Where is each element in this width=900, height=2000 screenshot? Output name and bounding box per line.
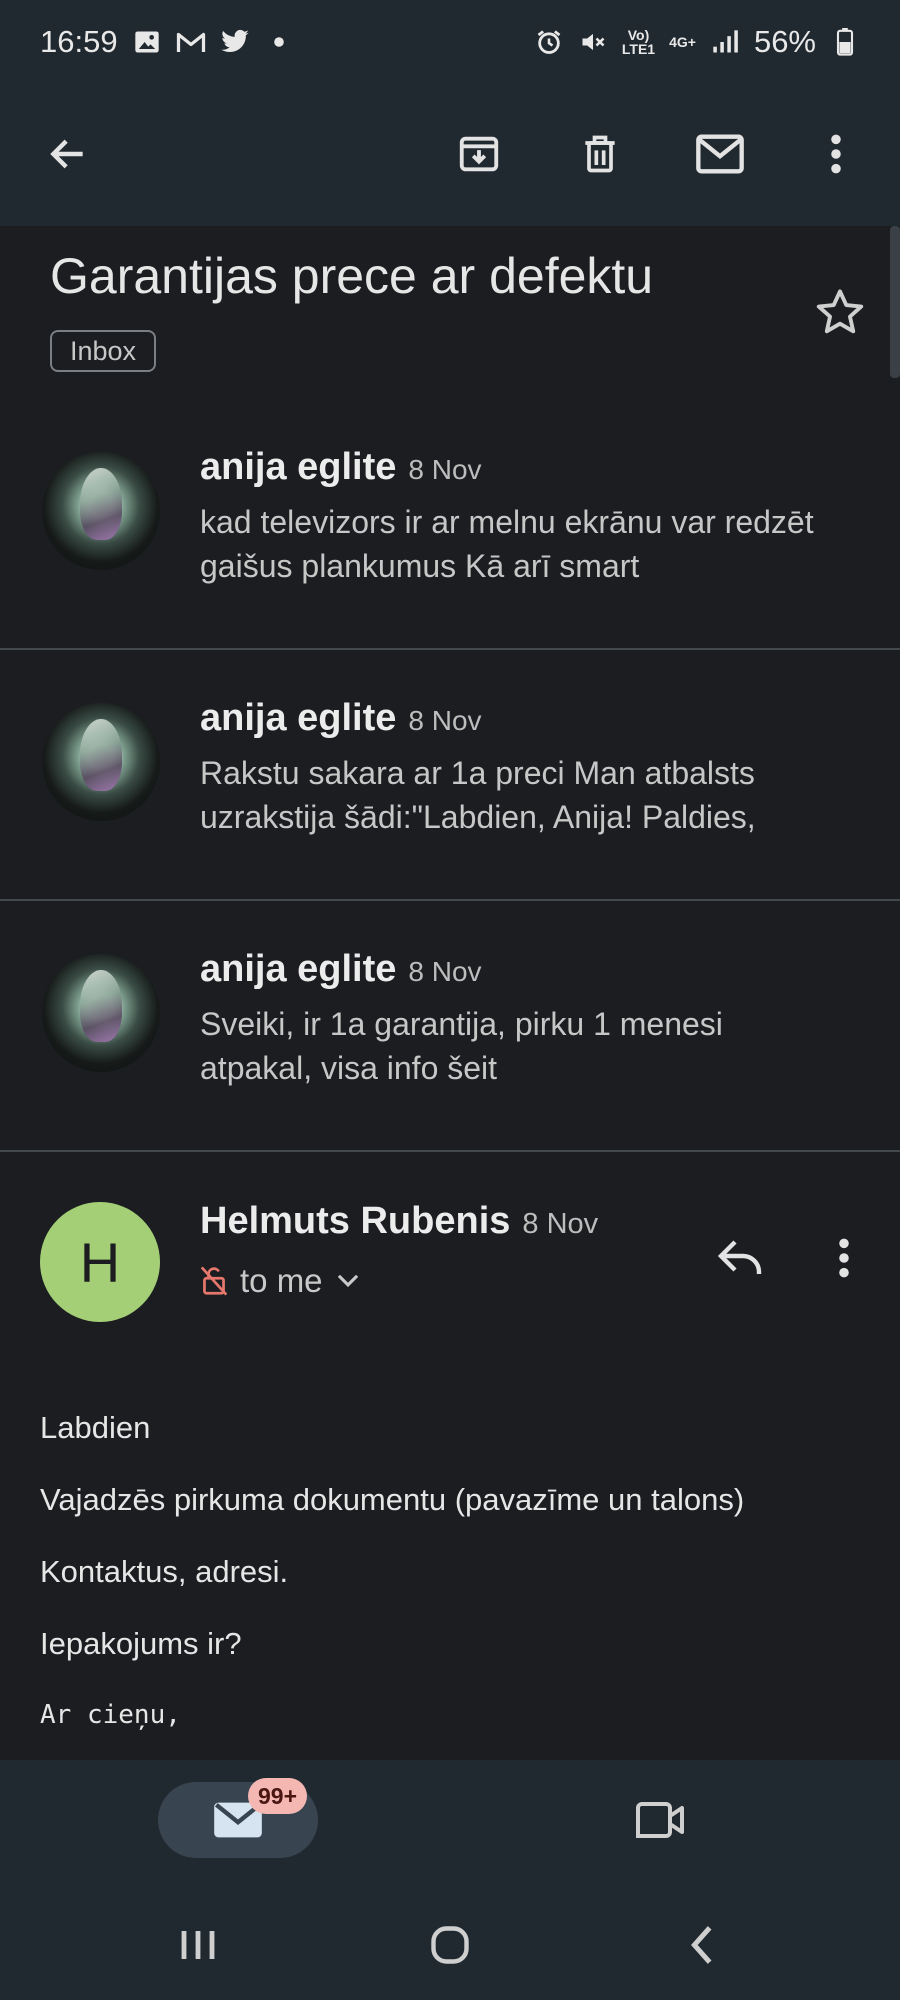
signature-line: Ar cieņu, [40, 1700, 181, 1730]
signal-icon [710, 27, 740, 57]
message-more-button[interactable] [816, 1222, 872, 1294]
bottom-navigation: 99+ [0, 1760, 900, 1890]
message-sender-name: Helmuts Rubenis [200, 1200, 511, 1242]
lock-off-icon [200, 1266, 228, 1296]
sender-name: anija eglite [200, 948, 397, 990]
unread-badge: 99+ [248, 1778, 308, 1814]
recent-apps-button[interactable] [158, 1910, 238, 1980]
network-label: Vo) LTE1 [622, 28, 655, 56]
more-vert-icon [839, 1238, 849, 1278]
battery-percent: 56% [753, 24, 816, 59]
network-bottom: LTE1 [621, 41, 656, 57]
battery-icon [830, 27, 860, 57]
sender-line: anija eglite 8 Nov [200, 446, 482, 489]
back-icon [50, 139, 83, 169]
reply-button[interactable] [705, 1222, 777, 1294]
star-button[interactable] [808, 280, 872, 344]
thread-message[interactable]: anija eglite 8 Nov kad televizors ir ar … [0, 400, 900, 650]
alarm-icon [534, 27, 564, 57]
status-time: 16:59 [40, 24, 118, 59]
message-date: 8 Nov [408, 956, 482, 987]
message-date: 8 Nov [408, 705, 482, 736]
back-chevron-icon [691, 1926, 712, 1964]
body-paragraph: Kontaktus, adresi. [40, 1554, 289, 1589]
image-icon [132, 27, 162, 57]
status-left: 16:59 [40, 24, 294, 60]
twitter-icon [220, 27, 250, 57]
message-snippet: Sveiki, ir 1a garantija, pirku 1 menesi … [200, 1006, 723, 1086]
sender-avatar-letter[interactable]: H [40, 1202, 160, 1322]
message-header: Helmuts Rubenis 8 Nov [200, 1200, 598, 1243]
back-button[interactable] [30, 116, 106, 192]
subject-area: Garantijas prece ar defektu Inbox [0, 226, 900, 396]
body-paragraph: Labdien [40, 1410, 151, 1445]
sender-avatar [42, 452, 160, 570]
thread-message[interactable]: anija eglite 8 Nov Rakstu sakara ar 1a p… [0, 651, 900, 901]
recipient-label: to me [240, 1262, 323, 1299]
system-back-button[interactable] [662, 1910, 742, 1980]
thread-message[interactable]: anija eglite 8 Nov Sveiki, ir 1a garanti… [0, 902, 900, 1152]
message-snippet: Rakstu sakara ar 1a preci Man atbalsts u… [200, 755, 756, 835]
chevron-down-icon [337, 1274, 358, 1288]
star-icon [816, 289, 864, 334]
email-subject: Garantijas prece ar defektu [50, 248, 654, 304]
status-bar: 16:59 Vo) LTE1 4G+ 56% [0, 0, 900, 84]
message-date: 8 Nov [522, 1208, 599, 1240]
body-paragraph: Vajadzēs pirkuma dokumentu (pavazīme un … [40, 1482, 745, 1517]
status-right: Vo) LTE1 4G+ 56% [534, 24, 860, 60]
more-vert-icon [831, 134, 841, 174]
sender-line: anija eglite 8 Nov [200, 697, 482, 740]
delete-button[interactable] [562, 116, 638, 192]
dot-icon [264, 27, 294, 57]
open-message: H Helmuts Rubenis 8 Nov to me Labdien Va… [0, 1152, 900, 1760]
sender-line: anija eglite 8 Nov [200, 948, 482, 991]
archive-icon [459, 136, 499, 172]
home-icon [431, 1926, 469, 1964]
mute-icon [578, 27, 608, 57]
reply-icon [717, 1240, 762, 1274]
home-button[interactable] [410, 1910, 490, 1980]
archive-button[interactable] [441, 116, 517, 192]
sender-name: anija eglite [200, 697, 397, 739]
gmail-icon [176, 27, 206, 57]
message-date: 8 Nov [408, 454, 482, 485]
video-icon [636, 1802, 684, 1838]
recent-apps-icon [181, 1931, 215, 1959]
top-toolbar [0, 84, 900, 226]
more-options-button[interactable] [798, 116, 874, 192]
meet-tab[interactable] [620, 1782, 700, 1858]
inbox-label-chip[interactable]: Inbox [50, 330, 157, 372]
mark-unread-icon [696, 134, 744, 174]
sender-name: anija eglite [200, 446, 397, 488]
sender-avatar [42, 954, 160, 1072]
network-type: 4G+ [669, 34, 696, 50]
mark-unread-button[interactable] [682, 116, 758, 192]
message-snippet: kad televizors ir ar melnu ekrānu var re… [200, 504, 814, 584]
sender-avatar [42, 703, 160, 821]
body-paragraph: Iepakojums ir? [40, 1626, 242, 1661]
delete-icon [585, 135, 615, 173]
recipient-details-toggle[interactable]: to me [200, 1262, 361, 1300]
system-navigation [0, 1890, 900, 2000]
